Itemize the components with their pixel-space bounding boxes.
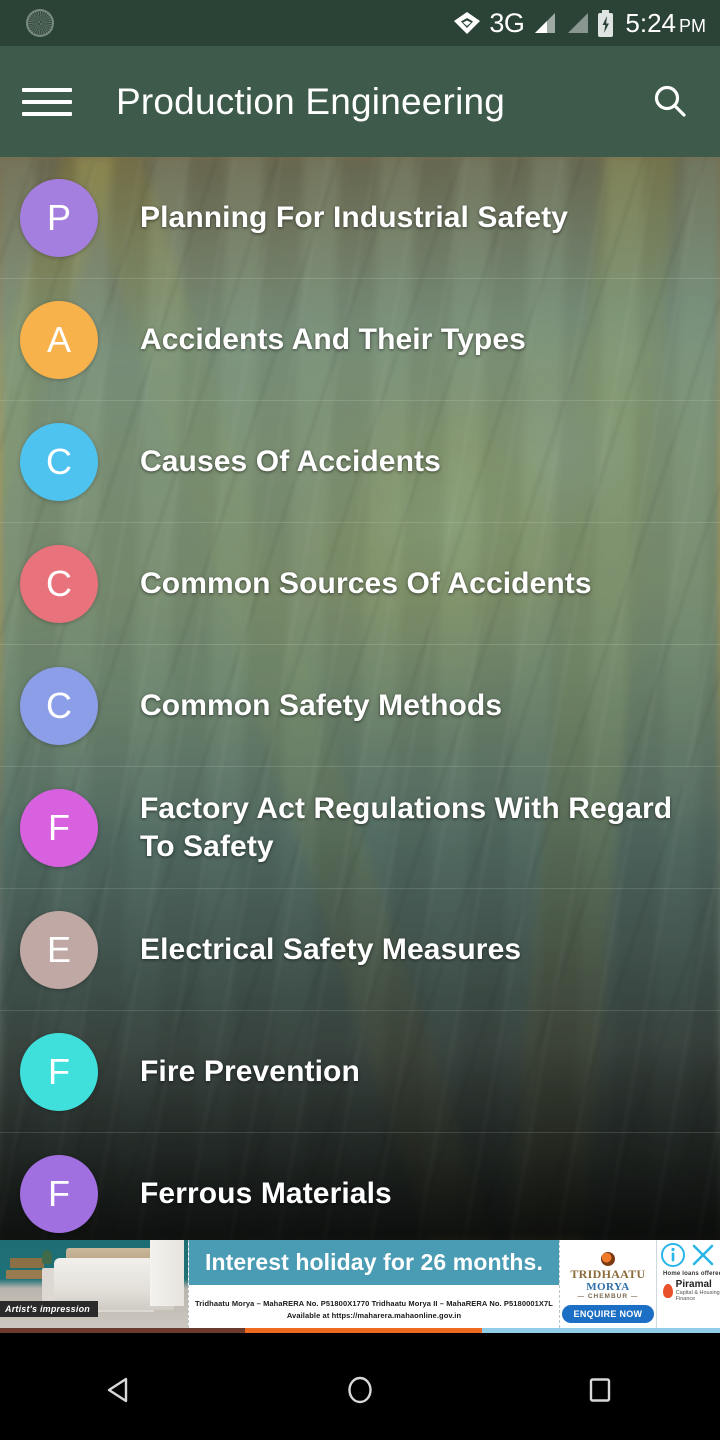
app-toolbar: Production Engineering — [0, 46, 720, 157]
battery-charging-icon — [598, 9, 614, 37]
ad-product-image: Artist's impression — [0, 1240, 188, 1333]
android-navigation-bar — [0, 1340, 720, 1440]
avatar: C — [20, 545, 98, 623]
ad-financier-prefix: Home loans offered by — [662, 1270, 720, 1277]
ad-brand-name: TRIDHAATU — [570, 1267, 646, 1282]
nav-back-icon[interactable] — [60, 1340, 180, 1440]
avatar: P — [20, 179, 98, 257]
network-type-label: 3G — [489, 7, 525, 38]
list-item-label: Ferrous Materials — [140, 1176, 392, 1210]
ad-brand-project: MORYA — [586, 1281, 630, 1294]
ad-controls — [658, 1241, 718, 1269]
ad-fine-print-line1: Tridhaatu Morya – MahaRERA No. P51800X17… — [195, 1298, 553, 1308]
search-icon[interactable] — [642, 74, 698, 130]
list-item-label: Planning For Industrial Safety — [140, 200, 569, 234]
list-item[interactable]: P Planning For Industrial Safety — [0, 157, 720, 279]
ad-headline: Interest holiday for 26 months. — [189, 1240, 559, 1285]
ad-brand-location: — CHEMBUR — — [577, 1293, 639, 1301]
list-item[interactable]: F Fire Prevention — [0, 1011, 720, 1133]
hamburger-menu-icon[interactable] — [22, 82, 72, 122]
list-item[interactable]: C Causes Of Accidents — [0, 401, 720, 523]
signal-bars-filled-icon — [535, 13, 556, 33]
avatar: F — [20, 1155, 98, 1233]
list-item-label: Factory Act Regulations With Regard To S… — [140, 791, 673, 863]
ad-close-icon[interactable] — [690, 1242, 716, 1268]
app-screen: 3G 5:24 PM Production Engineering P Plan… — [0, 0, 720, 1440]
ad-banner[interactable]: Artist's impression Interest holiday for… — [0, 1240, 720, 1333]
ad-financier-name: Piramal — [675, 1278, 712, 1290]
list-item[interactable]: C Common Safety Methods — [0, 645, 720, 767]
piramal-logo-icon — [662, 1284, 673, 1298]
ad-financier-sub: Capital & Housing Finance — [675, 1289, 720, 1302]
ad-info-icon[interactable] — [660, 1242, 686, 1268]
nav-recents-icon[interactable] — [540, 1340, 660, 1440]
sunburst-notification-icon — [26, 9, 54, 37]
status-bar: 3G 5:24 PM — [0, 0, 720, 46]
list-item-label: Causes Of Accidents — [140, 444, 441, 478]
topic-list: P Planning For Industrial Safety A Accid… — [0, 157, 720, 1240]
ad-main-content: Interest holiday for 26 months. Tridhaat… — [188, 1240, 559, 1333]
list-item-label: Electrical Safety Measures — [140, 932, 522, 966]
list-item[interactable]: C Common Sources Of Accidents — [0, 523, 720, 645]
list-item-label: Common Sources Of Accidents — [140, 566, 592, 600]
list-item[interactable]: A Accidents And Their Types — [0, 279, 720, 401]
list-item[interactable]: E Electrical Safety Measures — [0, 889, 720, 1011]
list-item[interactable]: F Ferrous Materials — [0, 1133, 720, 1240]
status-bar-left — [14, 9, 452, 37]
signal-bars-empty-icon — [568, 13, 589, 33]
ad-fine-print-line2: Available at https://maharera.mahaonline… — [286, 1310, 462, 1320]
ad-impression-note: Artist's impression — [0, 1301, 98, 1317]
vpn-diamond-icon — [454, 12, 481, 34]
status-bar-clock: 5:24 PM — [625, 8, 706, 38]
avatar: C — [20, 423, 98, 501]
status-bar-right: 3G 5:24 PM — [452, 7, 706, 38]
list-item-label: Common Safety Methods — [140, 688, 503, 722]
avatar: A — [20, 301, 98, 379]
ad-enquire-button[interactable]: ENQUIRE NOW — [561, 1304, 655, 1323]
avatar: F — [20, 789, 98, 867]
ad-fine-print: Tridhaatu Morya – MahaRERA No. P51800X17… — [189, 1285, 559, 1333]
tridhaatu-logo-icon — [600, 1252, 615, 1267]
list-item-label: Fire Prevention — [140, 1054, 360, 1088]
nav-home-icon[interactable] — [300, 1340, 420, 1440]
avatar: F — [20, 1033, 98, 1111]
avatar: E — [20, 911, 98, 989]
page-title: Production Engineering — [116, 80, 506, 122]
ad-bottom-strip — [0, 1328, 720, 1333]
topic-list-container[interactable]: P Planning For Industrial Safety A Accid… — [0, 157, 720, 1240]
ad-brand-block: TRIDHAATU MORYA — CHEMBUR — ENQUIRE NOW — [560, 1240, 656, 1333]
list-item-label: Accidents And Their Types — [140, 322, 526, 356]
avatar: C — [20, 667, 98, 745]
list-item[interactable]: F Factory Act Regulations With Regard To… — [0, 767, 720, 889]
